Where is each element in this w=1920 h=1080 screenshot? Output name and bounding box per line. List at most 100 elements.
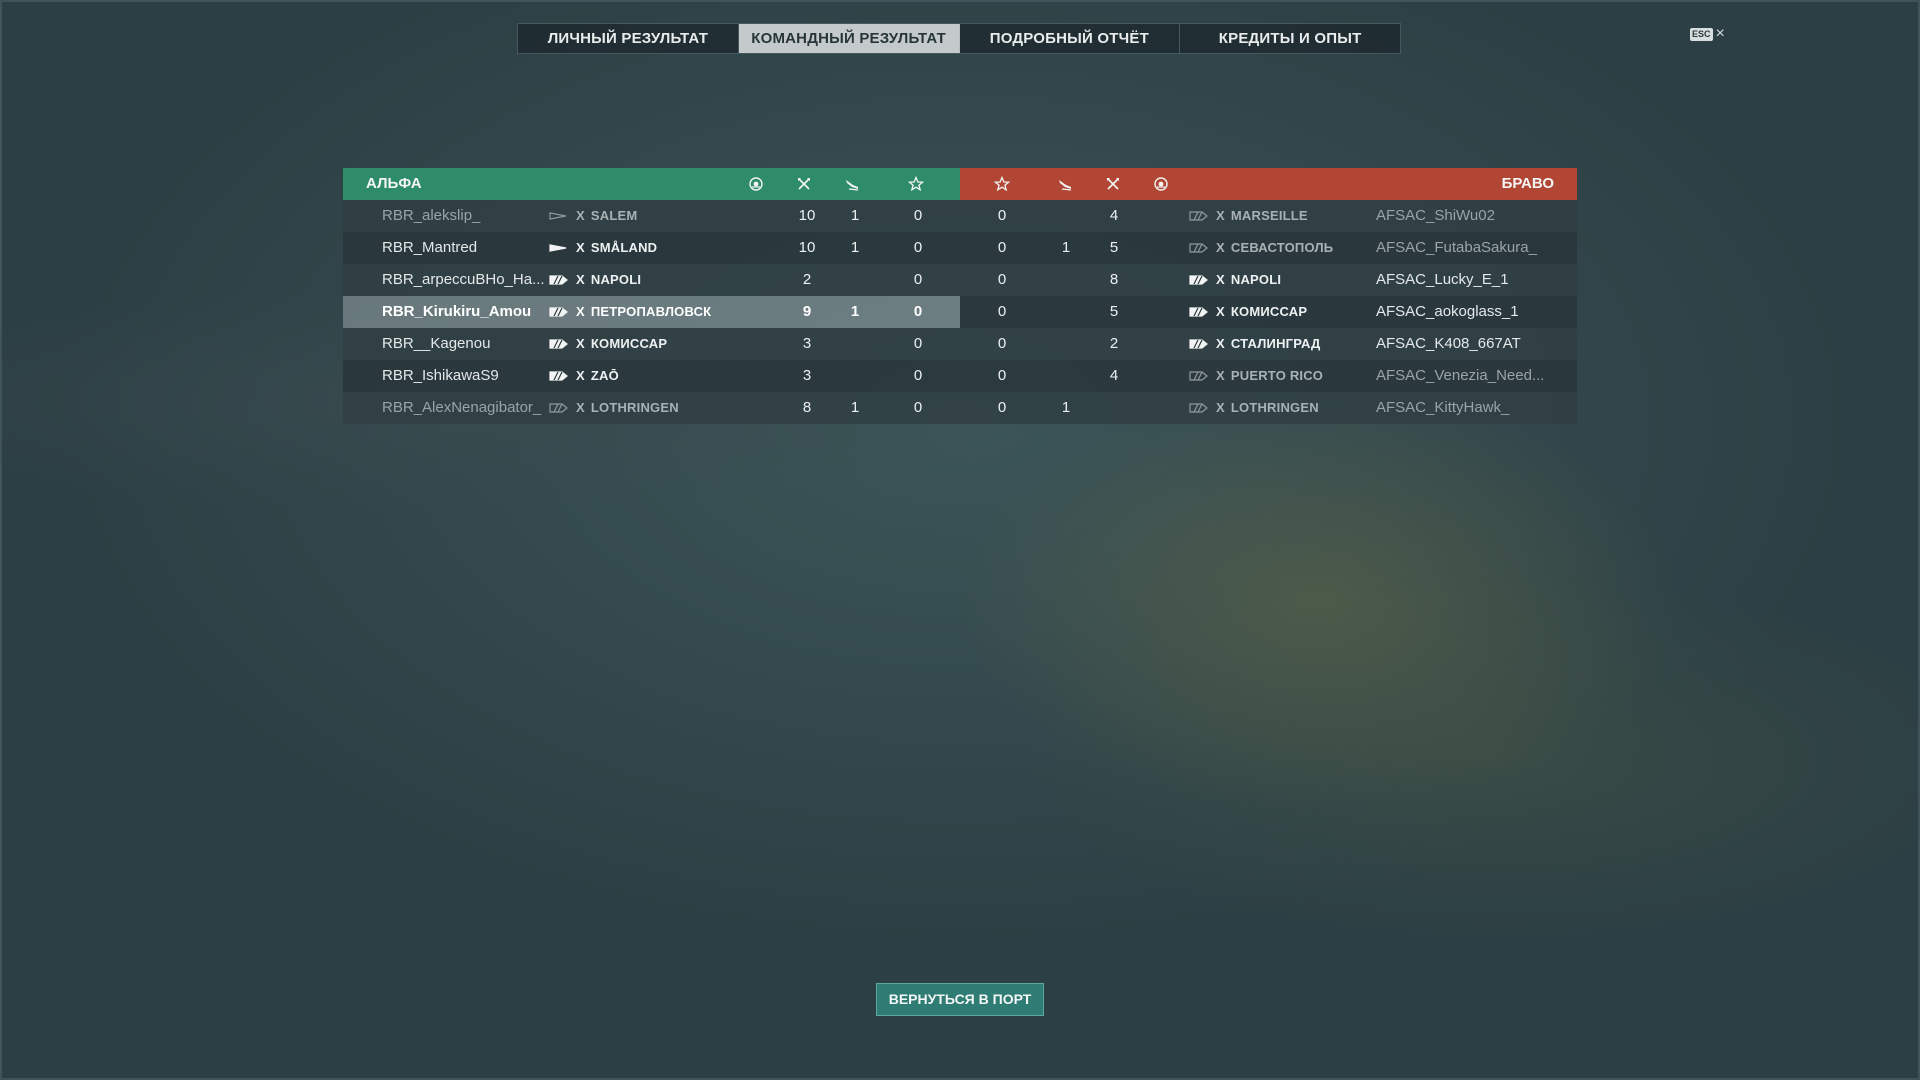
ship-name-text: КОМИССАР <box>1230 304 1308 319</box>
player-row[interactable]: RBR__Kagenou X КОМИССАР 3 0 <box>343 328 960 360</box>
ship-name-text: КОМИССАР <box>590 336 668 351</box>
team-alpha-list: RBR_alekslip_ X SALEM 10 1 0 RBR_Mantred X SMÅLA… <box>343 200 960 424</box>
ship-name-text: LOTHRINGEN <box>590 400 679 415</box>
frags-value: 8 <box>802 399 812 416</box>
planes-value <box>840 328 870 360</box>
ship-name-text: LOTHRINGEN <box>1230 400 1319 415</box>
planes-value: 1 <box>850 399 860 416</box>
team-scoreboard: АЛЬФА БРАВО RBR_alekslip_ X SALEM 10 1 0… <box>343 168 1577 424</box>
ship-tier: X <box>576 240 585 255</box>
cruiser-class-icon <box>548 402 568 414</box>
player-name: RBR_AlexNenagibator_ <box>382 399 542 416</box>
player-name: AFSAC_Venezia_Need... <box>1376 367 1545 384</box>
ship-name: X LOTHRINGEN <box>1216 392 1319 424</box>
ship-name: X MARSEILLE <box>1216 200 1308 232</box>
ship-name-text: СЕВАСТОПОЛЬ <box>1230 240 1334 255</box>
planes-value: 1 <box>1061 399 1071 416</box>
ship-name: X NAPOLI <box>576 264 641 296</box>
player-row[interactable]: RBR_IshikawaS9 X ZAŌ 3 0 <box>343 360 960 392</box>
frags-value: 9 <box>802 303 812 320</box>
ship-tier: X <box>576 368 585 383</box>
frags-value: 5 <box>1109 303 1119 320</box>
player-row[interactable]: 0 2 X СТАЛИНГРАД AFSAC_K408_667AT <box>960 328 1577 360</box>
team-alpha-header: АЛЬФА <box>343 168 960 200</box>
xp-value: 0 <box>997 335 1007 352</box>
ships-destroyed-icon <box>1104 176 1122 192</box>
player-name: RBR_IshikawaS9 <box>382 367 499 384</box>
player-row[interactable]: RBR_alekslip_ X SALEM 10 1 0 <box>343 200 960 232</box>
player-row[interactable]: RBR_AlexNenagibator_ X LOTHRINGEN 8 1 0 <box>343 392 960 424</box>
player-name: RBR_Kirukiru_Amou <box>382 303 532 320</box>
cruiser-class-icon <box>548 370 568 382</box>
scoreboard-rows: RBR_alekslip_ X SALEM 10 1 0 RBR_Mantred X SMÅLA… <box>343 200 1577 424</box>
xp-value: 0 <box>913 367 923 384</box>
ship-tier: X <box>1216 272 1225 287</box>
planes-value <box>1051 264 1081 296</box>
player-name: RBR_Mantred <box>382 239 478 256</box>
planes-value <box>1051 200 1081 232</box>
cruiser-class-icon <box>548 274 568 286</box>
player-row[interactable]: 0 1 X LOTHRINGEN AFSAC_KittyHawk_ <box>960 392 1577 424</box>
player-row[interactable]: 0 4 X PUERTO RICO AFSAC_Venezia_Need... <box>960 360 1577 392</box>
tab-credits-xp[interactable]: КРЕДИТЫ И ОПЫТ <box>1180 24 1400 53</box>
frags-value: 2 <box>802 271 812 288</box>
frags-value: 3 <box>802 335 812 352</box>
frags-value: 3 <box>802 367 812 384</box>
player-name: AFSAC_FutabaSakura_ <box>1376 239 1537 256</box>
screen-frame <box>0 0 1920 1080</box>
ship-name: X СТАЛИНГРАД <box>1216 328 1321 360</box>
player-name: AFSAC_Lucky_E_1 <box>1376 271 1509 288</box>
cruiser-class-icon <box>1188 306 1208 318</box>
ship-name-text: СТАЛИНГРАД <box>1230 336 1321 351</box>
ship-tier: X <box>576 304 585 319</box>
planes-destroyed-icon <box>843 176 861 192</box>
player-name: RBR__Kagenou <box>382 335 491 352</box>
xp-value: 0 <box>913 239 923 256</box>
ship-tier: X <box>576 336 585 351</box>
destroyer-class-icon <box>548 242 568 254</box>
player-row[interactable]: 0 5 X КОМИССАР AFSAC_aokoglass_1 <box>960 296 1577 328</box>
cruiser-class-icon <box>1188 210 1208 222</box>
frags-value: 5 <box>1109 239 1119 256</box>
player-row[interactable]: RBR_arpeccuBHo_Ha... X NAPOLI 2 0 <box>343 264 960 296</box>
ship-tier: X <box>576 272 585 287</box>
frags-value: 10 <box>798 207 816 224</box>
ship-tier: X <box>1216 304 1225 319</box>
ship-name: X КОМИССАР <box>1216 296 1307 328</box>
cruiser-class-icon <box>548 306 568 318</box>
cruiser-class-icon <box>1188 274 1208 286</box>
experience-star-icon <box>907 176 925 192</box>
planes-value: 1 <box>850 303 860 320</box>
ship-name-text: ZAŌ <box>590 368 619 383</box>
xp-value: 0 <box>997 367 1007 384</box>
ship-name: X LOTHRINGEN <box>576 392 679 424</box>
player-row[interactable]: 0 4 X MARSEILLE AFSAC_ShiWu02 <box>960 200 1577 232</box>
return-to-port-button[interactable]: ВЕРНУТЬСЯ В ПОРТ <box>876 983 1044 1016</box>
ship-name: X ZAŌ <box>576 360 619 392</box>
scoreboard-header: АЛЬФА БРАВО <box>343 168 1577 200</box>
tab-detailed-report[interactable]: ПОДРОБНЫЙ ОТЧЁТ <box>960 24 1181 53</box>
ship-tier: X <box>1216 336 1225 351</box>
ship-tier: X <box>1216 400 1225 415</box>
xp-value: 0 <box>997 207 1007 224</box>
close-button[interactable]: ESC × <box>1690 26 1725 42</box>
planes-value <box>1051 296 1081 328</box>
player-row[interactable]: 0 8 X NAPOLI AFSAC_Lucky_E_1 <box>960 264 1577 296</box>
planes-value <box>840 360 870 392</box>
planes-value <box>1051 328 1081 360</box>
xp-value: 0 <box>997 399 1007 416</box>
tab-personal-result[interactable]: ЛИЧНЫЙ РЕЗУЛЬТАТ <box>518 24 739 53</box>
player-name: AFSAC_aokoglass_1 <box>1376 303 1519 320</box>
planes-value <box>1051 360 1081 392</box>
base-capture-icon <box>747 176 765 192</box>
planes-destroyed-icon <box>1056 176 1074 192</box>
player-row[interactable]: 0 1 5 X СЕВАСТОПОЛЬ AFSAC_FutabaSakura_ <box>960 232 1577 264</box>
xp-value: 0 <box>997 239 1007 256</box>
player-name: RBR_alekslip_ <box>382 207 481 224</box>
tab-team-result[interactable]: КОМАНДНЫЙ РЕЗУЛЬТАТ <box>738 24 960 53</box>
ship-name-text: NAPOLI <box>1230 272 1282 287</box>
frags-value: 8 <box>1109 271 1119 288</box>
player-row[interactable]: RBR_Kirukiru_Amou X ПЕТРОПАВЛОВСК 9 1 0 <box>343 296 960 328</box>
player-row[interactable]: RBR_Mantred X SMÅLAND 10 1 0 <box>343 232 960 264</box>
player-name: RBR_arpeccuBHo_Ha... <box>382 271 545 288</box>
